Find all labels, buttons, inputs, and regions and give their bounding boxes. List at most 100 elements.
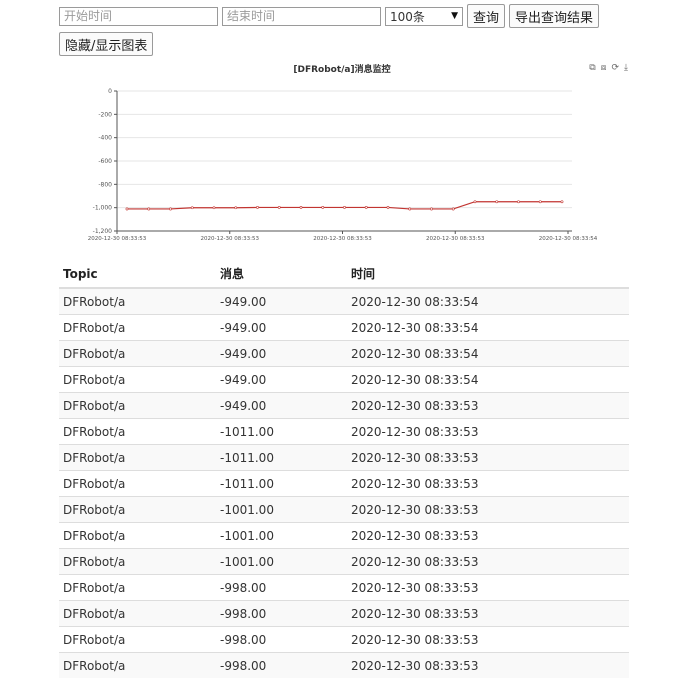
- cell-topic: DFRobot/a: [59, 288, 216, 315]
- cell-time: 2020-12-30 08:33:54: [347, 367, 629, 393]
- cell-topic: DFRobot/a: [59, 601, 216, 627]
- cell-topic: DFRobot/a: [59, 575, 216, 601]
- chart-data-point: [409, 208, 411, 210]
- cell-message: -949.00: [216, 341, 347, 367]
- chart-y-tick-label: 0: [108, 88, 112, 95]
- chart-x-tick-label: 2020-12-30 08:33:53: [426, 236, 485, 242]
- table-row: DFRobot/a-1011.002020-12-30 08:33:53: [59, 445, 629, 471]
- cell-time: 2020-12-30 08:33:53: [347, 419, 629, 445]
- cell-topic: DFRobot/a: [59, 549, 216, 575]
- table-row: DFRobot/a-949.002020-12-30 08:33:54: [59, 288, 629, 315]
- cell-time: 2020-12-30 08:33:54: [347, 341, 629, 367]
- results-table: Topic 消息 时间 DFRobot/a-949.002020-12-30 0…: [59, 260, 629, 678]
- chart-data-point: [430, 208, 432, 210]
- cell-topic: DFRobot/a: [59, 315, 216, 341]
- chart-data-point: [452, 208, 454, 210]
- table-header-row: Topic 消息 时间: [59, 260, 629, 288]
- cell-message: -1011.00: [216, 471, 347, 497]
- cell-time: 2020-12-30 08:33:54: [347, 315, 629, 341]
- chart-y-tick-label: -200: [98, 111, 112, 118]
- table-row: DFRobot/a-1011.002020-12-30 08:33:53: [59, 419, 629, 445]
- query-toolbar: 100条 ▼ 查询 导出查询结果 隐藏/显示图表: [59, 4, 659, 56]
- cell-topic: DFRobot/a: [59, 523, 216, 549]
- chart-y-tick-label: -800: [98, 181, 112, 188]
- cell-time: 2020-12-30 08:33:53: [347, 549, 629, 575]
- cell-message: -1001.00: [216, 497, 347, 523]
- cell-message: -949.00: [216, 288, 347, 315]
- cell-message: -998.00: [216, 627, 347, 653]
- header-topic: Topic: [59, 260, 216, 288]
- limit-select-value: 100条: [390, 8, 425, 25]
- limit-select[interactable]: 100条 ▼: [385, 7, 463, 26]
- table-row: DFRobot/a-998.002020-12-30 08:33:53: [59, 601, 629, 627]
- cell-topic: DFRobot/a: [59, 393, 216, 419]
- chart-x-tick-label: 2020-12-30 08:33:54: [539, 236, 598, 242]
- cell-message: -1011.00: [216, 419, 347, 445]
- table-row: DFRobot/a-1001.002020-12-30 08:33:53: [59, 523, 629, 549]
- table-row: DFRobot/a-998.002020-12-30 08:33:53: [59, 575, 629, 601]
- chart-data-point: [213, 207, 215, 209]
- chart-data-point: [148, 208, 150, 210]
- cell-time: 2020-12-30 08:33:53: [347, 653, 629, 678]
- table-row: DFRobot/a-1001.002020-12-30 08:33:53: [59, 549, 629, 575]
- table-row: DFRobot/a-1011.002020-12-30 08:33:53: [59, 471, 629, 497]
- cell-message: -949.00: [216, 393, 347, 419]
- cell-message: -998.00: [216, 575, 347, 601]
- table-row: DFRobot/a-949.002020-12-30 08:33:54: [59, 341, 629, 367]
- cell-time: 2020-12-30 08:33:53: [347, 575, 629, 601]
- cell-message: -998.00: [216, 601, 347, 627]
- cell-topic: DFRobot/a: [59, 341, 216, 367]
- start-time-input[interactable]: [59, 7, 218, 26]
- cell-topic: DFRobot/a: [59, 627, 216, 653]
- chart-x-tick-label: 2020-12-30 08:33:53: [313, 236, 372, 242]
- chart-data-point: [322, 206, 324, 208]
- chart-y-tick-label: -600: [98, 158, 112, 165]
- cell-message: -1001.00: [216, 549, 347, 575]
- chart-data-point: [496, 201, 498, 203]
- table-body: DFRobot/a-949.002020-12-30 08:33:54DFRob…: [59, 288, 629, 678]
- cell-message: -949.00: [216, 315, 347, 341]
- header-time: 时间: [347, 260, 629, 288]
- cell-message: -998.00: [216, 653, 347, 678]
- query-button[interactable]: 查询: [467, 4, 505, 28]
- table-row: DFRobot/a-998.002020-12-30 08:33:53: [59, 653, 629, 678]
- chart-y-tick-label: -400: [98, 135, 112, 142]
- cell-time: 2020-12-30 08:33:53: [347, 471, 629, 497]
- chart-data-point: [387, 206, 389, 208]
- header-message: 消息: [216, 260, 347, 288]
- chevron-down-icon: ▼: [451, 11, 458, 21]
- chart-panel: [DFRobot/a]消息监控 ⧉ ⧈ ⟳ ⤓ 0-200-400-600-80…: [62, 58, 642, 248]
- cell-time: 2020-12-30 08:33:53: [347, 497, 629, 523]
- chart-y-tick-label: -1,200: [93, 228, 113, 235]
- chart-data-point: [561, 201, 563, 203]
- chart-y-tick-label: -1,000: [93, 205, 113, 212]
- cell-topic: DFRobot/a: [59, 471, 216, 497]
- table-row: DFRobot/a-949.002020-12-30 08:33:54: [59, 315, 629, 341]
- query-row: 100条 ▼ 查询 导出查询结果: [59, 4, 659, 28]
- chart-data-point: [235, 207, 237, 209]
- chart-data-point: [539, 201, 541, 203]
- export-button[interactable]: 导出查询结果: [509, 4, 599, 28]
- cell-time: 2020-12-30 08:33:53: [347, 393, 629, 419]
- chart-x-tick-label: 2020-12-30 08:33:53: [88, 236, 147, 242]
- toggle-chart-button[interactable]: 隐藏/显示图表: [59, 32, 153, 56]
- chart-data-point: [474, 201, 476, 203]
- end-time-input[interactable]: [222, 7, 381, 26]
- cell-topic: DFRobot/a: [59, 497, 216, 523]
- chart-data-point: [256, 206, 258, 208]
- cell-time: 2020-12-30 08:33:54: [347, 288, 629, 315]
- cell-time: 2020-12-30 08:33:53: [347, 627, 629, 653]
- cell-time: 2020-12-30 08:33:53: [347, 601, 629, 627]
- chart-x-tick-label: 2020-12-30 08:33:53: [201, 236, 260, 242]
- chart-data-point: [278, 206, 280, 208]
- table-row: DFRobot/a-949.002020-12-30 08:33:53: [59, 393, 629, 419]
- line-chart: 0-200-400-600-800-1,000-1,2002020-12-30 …: [62, 58, 642, 248]
- cell-message: -1001.00: [216, 523, 347, 549]
- cell-message: -1011.00: [216, 445, 347, 471]
- cell-topic: DFRobot/a: [59, 653, 216, 678]
- chart-data-point: [300, 206, 302, 208]
- chart-data-point: [517, 201, 519, 203]
- chart-data-point: [343, 206, 345, 208]
- cell-topic: DFRobot/a: [59, 445, 216, 471]
- cell-time: 2020-12-30 08:33:53: [347, 445, 629, 471]
